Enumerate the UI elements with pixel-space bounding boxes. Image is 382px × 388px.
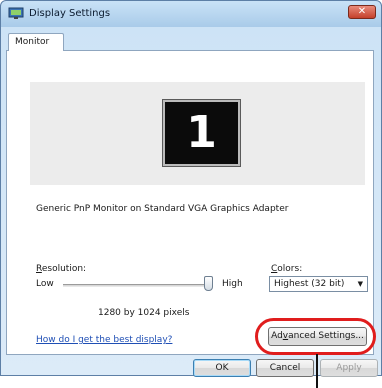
title-bar[interactable]: Display Settings ✕ — [1, 1, 381, 26]
display-settings-icon — [8, 7, 24, 19]
chevron-down-icon: ▼ — [357, 280, 363, 288]
advanced-settings-button[interactable]: Advanced Settings... — [268, 327, 367, 346]
monitor-icon[interactable]: 1 — [162, 99, 241, 167]
colors-label: Colors: — [271, 264, 303, 274]
tab-monitor-label: Monitor — [15, 37, 50, 47]
colors-selected-value: Highest (32 bit) — [274, 279, 345, 289]
monitor-number: 1 — [186, 107, 217, 158]
monitor-description: Generic PnP Monitor on Standard VGA Grap… — [36, 204, 289, 214]
resolution-label: Resolution: — [36, 264, 87, 274]
window-title: Display Settings — [29, 8, 111, 19]
callout-pointer-line — [316, 354, 318, 388]
resolution-slider-thumb[interactable] — [203, 276, 213, 291]
apply-button[interactable]: Apply — [320, 359, 378, 377]
advanced-settings-label: Advanced Settings... — [271, 331, 364, 341]
tab-monitor[interactable]: Monitor — [8, 33, 64, 51]
resolution-high-label: High — [222, 279, 243, 289]
ok-button[interactable]: OK — [193, 359, 251, 377]
resolution-value: 1280 by 1024 pixels — [98, 308, 190, 318]
cancel-button[interactable]: Cancel — [256, 359, 314, 377]
close-button[interactable]: ✕ — [348, 5, 376, 19]
close-icon: ✕ — [357, 6, 367, 17]
best-display-help-link[interactable]: How do I get the best display? — [36, 335, 172, 345]
resolution-low-label: Low — [36, 279, 54, 289]
colors-dropdown[interactable]: Highest (32 bit) ▼ — [269, 276, 368, 292]
resolution-slider-track[interactable] — [63, 284, 209, 287]
